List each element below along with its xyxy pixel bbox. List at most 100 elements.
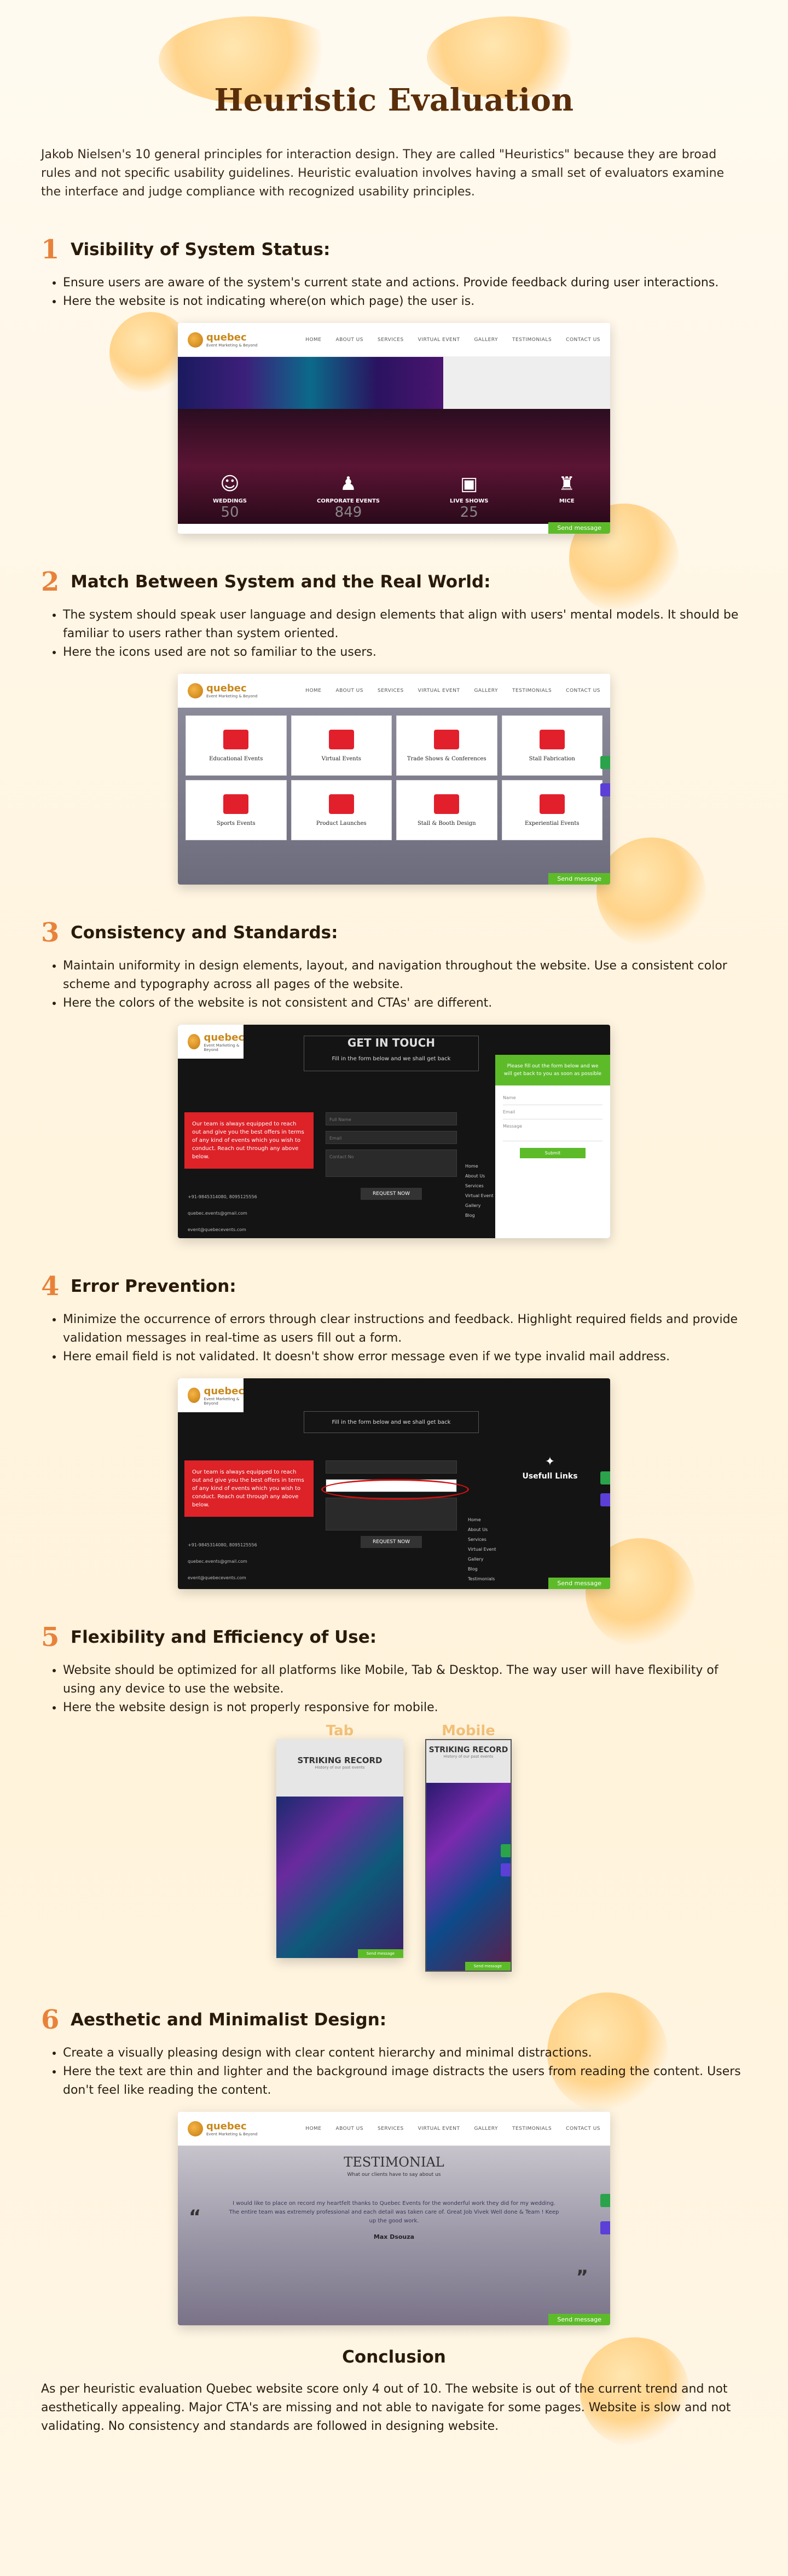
intro-paragraph: Jakob Nielsen's 10 general principles fo… [41,148,725,199]
nav-item[interactable]: ABOUT US [335,688,363,694]
nav-item[interactable]: GALLERY [474,2126,498,2132]
chat-button[interactable] [600,783,610,796]
send-message-button[interactable]: Send message [548,522,610,534]
useful-links-block: ✦ Usefull Links [506,1455,594,1481]
nav-item[interactable]: VIRTUAL EVENT [418,2126,460,2132]
service-tile[interactable]: Sports Events [186,780,287,840]
quote-open-icon: “ [189,2206,201,2228]
request-now-button[interactable]: REQUEST NOW [361,1536,422,1548]
section-title: Visibility of System Status: [71,240,331,259]
service-tile[interactable]: Trade Shows & Conferences [396,715,497,776]
service-tile[interactable]: Virtual Events [291,715,392,776]
site-navbar: quebec Event Marketing & Beyond HOME ABOU… [178,323,610,357]
send-message-button[interactable]: Send message [548,2314,610,2325]
nav-item[interactable]: HOME [305,337,321,343]
nav-item[interactable]: CONTACT US [566,337,600,343]
side-link[interactable]: About Us [465,1171,494,1181]
nav-menu: HOME ABOUT US SERVICES VIRTUAL EVENT GAL… [305,337,600,343]
side-link[interactable]: About Us [468,1525,496,1535]
email-contact: quebec.events@gmail.com [188,1211,247,1216]
nav-item[interactable]: ABOUT US [335,2126,363,2132]
site-navbar: quebec Event Marketing & Beyond [178,1378,244,1412]
service-tile[interactable]: Experiential Events [501,780,602,840]
side-link[interactable]: Home [468,1515,496,1525]
phone-button[interactable] [600,1471,610,1485]
side-links: Home About Us Services Virtual Event Gal… [468,1515,496,1584]
popup-name-field[interactable]: Name [503,1091,602,1105]
nav-item[interactable]: GALLERY [474,337,498,343]
service-tile[interactable]: Stall Fabrication [501,715,602,776]
contact-field[interactable]: Contact No [326,1150,457,1177]
side-link[interactable]: Blog [465,1211,494,1221]
popup-message-field[interactable]: Message [503,1119,602,1141]
nav-item[interactable]: TESTIMONIALS [512,337,552,343]
service-tile[interactable]: Product Launches [291,780,392,840]
contact-field[interactable] [326,1498,457,1530]
send-message-button[interactable]: Send message [548,1578,610,1589]
side-link[interactable]: Home [465,1162,494,1171]
nav-item[interactable]: SERVICES [378,688,404,694]
popup-email-field[interactable]: Email [503,1105,602,1119]
send-message-button[interactable]: Send message [548,873,610,885]
mobile-preview: Mobile STRIKING RECORD History of our pa… [425,1723,512,1972]
nav-item[interactable]: TESTIMONIALS [512,2126,552,2132]
stat-item: ♟ CORPORATE EVENTS 849 [317,473,380,521]
nav-item[interactable]: CONTACT US [566,2126,600,2132]
contact-heading-box: GET IN TOUCH Fill in the form below and … [304,1036,479,1071]
side-link[interactable]: Testimonials [468,1574,496,1584]
section-flexibility: 5 Flexibility and Efficiency of Use: Web… [41,1622,747,1972]
section-number: 3 [41,917,60,948]
site-logo: quebec Event Marketing & Beyond [188,1385,247,1406]
bullet-list: Minimize the occurrence of errors throug… [41,1310,747,1366]
screenshot-homepage: quebec Event Marketing & Beyond HOME ABOU… [178,323,610,534]
nav-item[interactable]: CONTACT US [566,688,600,694]
presenter-icon: ♟ [340,473,357,495]
section-title: Flexibility and Efficiency of Use: [71,1627,377,1647]
chat-button[interactable] [600,2221,610,2234]
send-message-button[interactable]: Send message [465,1962,511,1971]
star-icon: ✦ [544,1455,555,1469]
side-link[interactable]: Services [468,1535,496,1545]
nav-item[interactable]: VIRTUAL EVENT [418,337,460,343]
popup-submit-button[interactable]: Submit [520,1148,586,1158]
nav-item[interactable]: SERVICES [378,2126,404,2132]
service-tile[interactable]: Stall & Booth Design [396,780,497,840]
request-now-button[interactable]: REQUEST NOW [361,1188,422,1200]
phone-button[interactable] [600,756,610,769]
chat-button[interactable] [501,1863,511,1876]
side-link[interactable]: Blog [468,1564,496,1574]
side-link[interactable]: Services [465,1181,494,1191]
nav-item[interactable]: TESTIMONIALS [512,688,552,694]
side-link[interactable]: Virtual Event [468,1545,496,1555]
name-field[interactable]: Full Name [326,1112,457,1125]
nav-item[interactable]: HOME [305,688,321,694]
service-tile[interactable]: Educational Events [186,715,287,776]
section-consistency: 3 Consistency and Standards: Maintain un… [41,917,747,1238]
page-title: Heuristic Evaluation [214,82,574,118]
document: Heuristic Evaluation Jakob Nielsen's 10 … [0,0,788,2436]
chat-button[interactable] [600,1493,610,1506]
section-title: Aesthetic and Minimalist Design: [71,2010,387,2030]
name-field[interactable] [326,1460,457,1474]
bullet-list: Create a visually pleasing design with c… [41,2044,747,2100]
testimonial-section: TESTIMONIAL What our clients have to say… [178,2146,610,2325]
send-message-button[interactable]: Send message [357,1949,403,1958]
nav-item[interactable]: VIRTUAL EVENT [418,688,460,694]
bullet: Here the text are thin and lighter and t… [63,2063,747,2100]
phone-button[interactable] [501,1844,511,1857]
email-field[interactable]: Email [326,1131,457,1144]
nav-item[interactable]: GALLERY [474,688,498,694]
phone-button[interactable] [600,2194,610,2207]
side-link[interactable]: Gallery [468,1555,496,1564]
screenshot-services: quebec Event Marketing & Beyond HOME ABOU… [178,674,610,885]
side-link[interactable]: Gallery [465,1201,494,1211]
nav-item[interactable]: HOME [305,2126,321,2132]
section-number: 5 [41,1622,60,1653]
nav-item[interactable]: SERVICES [378,337,404,343]
section-aesthetic: 6 Aesthetic and Minimalist Design: Creat… [41,2005,747,2325]
bullet: Here the colors of the website is not co… [63,994,747,1013]
bullet: Create a visually pleasing design with c… [63,2044,747,2063]
bullet: Maintain uniformity in design elements, … [63,957,747,994]
side-link[interactable]: Virtual Event [465,1191,494,1201]
nav-item[interactable]: ABOUT US [335,337,363,343]
